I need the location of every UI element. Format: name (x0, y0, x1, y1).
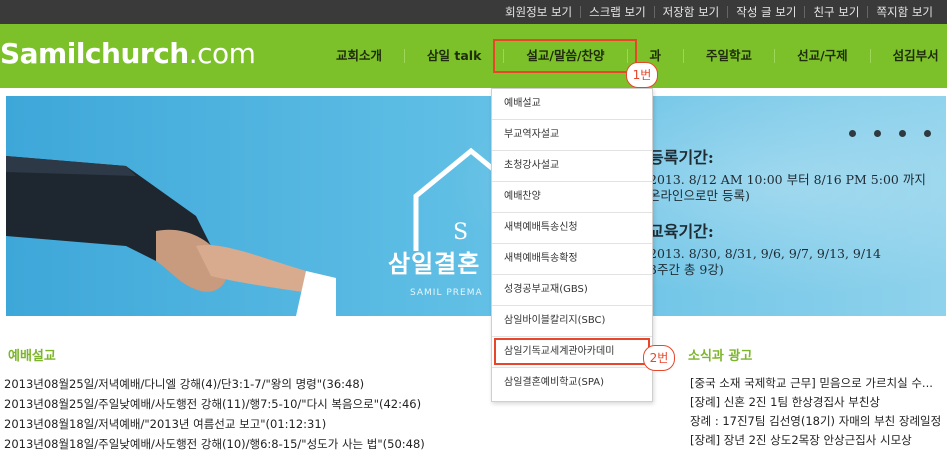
education-heading: 교육기간: (649, 222, 714, 241)
menu-item-worship-praise[interactable]: 예배찬양 (492, 181, 652, 212)
menu-item-worldview-academy[interactable]: 삼일기독교세계관아카데미 (492, 336, 652, 367)
sermon-item[interactable]: 2013년08월25일/저녁예배/다니엘 강해(4)/단3:1-7/"왕의 명령… (0, 374, 520, 394)
sermons-section: 예배설교 2013년08월25일/저녁예배/다니엘 강해(4)/단3:1-7/"… (0, 345, 520, 454)
menu-item-spa[interactable]: 삼일결혼예비학교(SPA) (492, 367, 652, 398)
slide-dot-4[interactable] (924, 130, 931, 137)
news-item[interactable]: [장례] 신혼 2진 1팀 한상경집사 부친상 (660, 393, 947, 412)
hero-title: 삼일결혼 (388, 250, 481, 278)
hero-subtitle: SAMIL PREMA (410, 288, 483, 298)
registration-line-1: 2013. 8/12 AM 10:00 부터 8/16 PM 5:00 까지 (649, 172, 926, 187)
link-scrap[interactable]: 스크랩 보기 (580, 6, 654, 18)
registration-line-2: 온라인으로만 등록) (649, 188, 750, 203)
link-storage[interactable]: 저장함 보기 (653, 6, 728, 18)
slide-dot-1[interactable] (849, 130, 856, 137)
sermon-item[interactable]: 2013년08월18일/주일낮예배/사도행전 강해(10)/행6:8-15/"성… (0, 434, 520, 454)
menu-item-associate-sermon[interactable]: 부교역자설교 (492, 119, 652, 150)
slide-dot-3[interactable] (899, 130, 906, 137)
menu-item-dawn-special-confirm[interactable]: 새벽예배특송확정 (492, 243, 652, 274)
news-section: 소식과 광고 [중국 소재 국제학교 근무] 믿음으로 가르치실 수... [장… (660, 345, 947, 450)
news-item[interactable]: [장례] 장년 2진 상도2목장 안상근집사 시모상 (660, 431, 947, 450)
slide-pager (849, 130, 931, 137)
education-line-1: 2013. 8/30, 8/31, 9/6, 9/7, 9/13, 9/14 (649, 246, 882, 261)
registration-heading: 등록기간: (649, 148, 714, 167)
sermons-title[interactable]: 예배설교 (8, 345, 520, 364)
nav-ministry-dept[interactable]: 섬김부서 (869, 49, 947, 63)
news-title[interactable]: 소식과 광고 (688, 345, 947, 364)
menu-item-guest-sermon[interactable]: 초청강사설교 (492, 150, 652, 181)
news-item[interactable]: 장례 : 17진7팀 김선영(18기) 자매의 부친 장례일정 (660, 412, 947, 431)
news-list: [중국 소재 국제학교 근무] 믿음으로 가르치실 수... [장례] 신혼 2… (660, 374, 947, 450)
sermon-item[interactable]: 2013년08월25일/주일낮예배/사도행전 강해(11)/행7:5-10/"다… (0, 394, 520, 414)
sermon-item[interactable]: 2013년08월18일/저녁예배/"2013년 여름선교 보고"(01:12:3… (0, 414, 520, 434)
nav-sunday-school[interactable]: 주일학교 (683, 49, 774, 63)
link-friends[interactable]: 친구 보기 (804, 6, 867, 18)
top-utility-bar: 회원정보 보기 스크랩 보기 저장함 보기 작성 글 보기 친구 보기 쪽지함 … (0, 0, 947, 24)
nav-samil-talk[interactable]: 삼일 talk (404, 49, 503, 63)
link-member-info[interactable]: 회원정보 보기 (497, 6, 580, 18)
hero-banner[interactable]: S 삼일결혼 SAMIL PREMA 등록기간: 2013. 8/12 AM 1… (6, 96, 946, 316)
news-item[interactable]: [중국 소재 국제학교 근무] 믿음으로 가르치실 수... (660, 374, 947, 393)
holding-hands-image (6, 156, 336, 316)
menu-item-sbc[interactable]: 삼일바이블칼리지(SBC) (492, 305, 652, 336)
hero-schedule: 등록기간: 2013. 8/12 AM 10:00 부터 8/16 PM 5:0… (649, 144, 926, 278)
utility-links: 회원정보 보기 스크랩 보기 저장함 보기 작성 글 보기 친구 보기 쪽지함 … (497, 0, 941, 24)
nav-church-intro[interactable]: 교회소개 (314, 49, 404, 63)
nav-mission-relief[interactable]: 선교/구제 (774, 49, 870, 63)
annotation-badge-2: 2번 (643, 345, 675, 371)
sermon-list: 2013년08월25일/저녁예배/다니엘 강해(4)/단3:1-7/"왕의 명령… (0, 374, 520, 454)
nav-sermon-word-praise[interactable]: 설교/말씀/찬양 (493, 39, 637, 73)
link-my-posts[interactable]: 작성 글 보기 (727, 6, 804, 18)
slide-dot-2[interactable] (874, 130, 881, 137)
site-logo[interactable]: Samilchurch.com (0, 37, 256, 70)
link-messages[interactable]: 쪽지함 보기 (867, 6, 941, 18)
logo-main-text: Samilchurch (0, 37, 189, 70)
education-line-2: 3주간 총 9강) (649, 262, 724, 277)
logo-domain-text: .com (188, 37, 256, 70)
menu-item-worship-sermon[interactable]: 예배설교 (492, 89, 652, 119)
house-letter: S (453, 220, 468, 245)
nav-partial-text: 과 (649, 48, 662, 63)
main-header: Samilchurch.com 교회소개 삼일 talk 설교/말씀/찬양 과 … (0, 24, 947, 88)
sermon-dropdown-menu: 예배설교 부교역자설교 초청강사설교 예배찬양 새벽예배특송신청 새벽예배특송확… (491, 88, 653, 402)
annotation-badge-1: 1번 (626, 62, 658, 88)
menu-item-gbs[interactable]: 성경공부교재(GBS) (492, 274, 652, 305)
nav-hidden-item[interactable]: 과 (626, 48, 684, 63)
menu-item-dawn-special-apply[interactable]: 새벽예배특송신청 (492, 212, 652, 243)
